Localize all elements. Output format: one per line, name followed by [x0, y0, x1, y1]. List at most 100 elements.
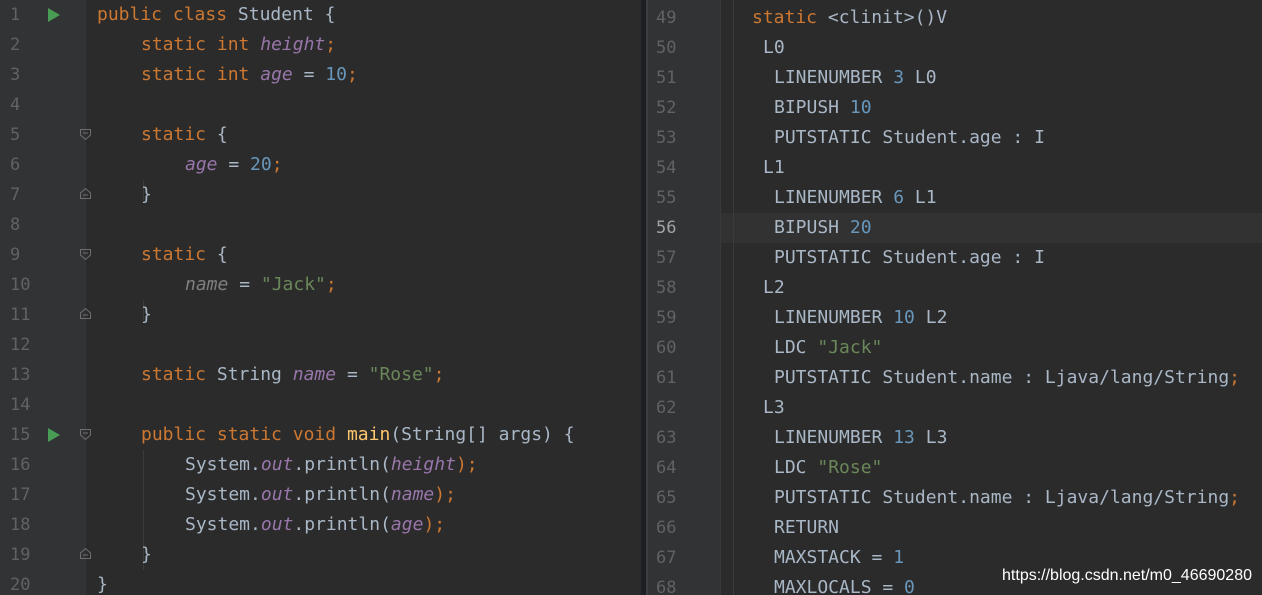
bytecode-line-68: MAXLOCALS = 0 [774, 573, 915, 595]
line-number: 61 [656, 368, 677, 388]
brace: { [313, 4, 336, 25]
fold-end-icon[interactable] [80, 188, 91, 199]
bytecode-line-67: MAXSTACK = 1 [774, 543, 904, 573]
semicolon: ; [1229, 487, 1240, 508]
keyword: static [216, 424, 282, 445]
line-number: 66 [656, 518, 677, 538]
opcode: BIPUSH [774, 217, 840, 238]
method-call: .println( [293, 514, 391, 535]
line-number: 62 [656, 398, 677, 418]
fold-end-icon[interactable] [80, 308, 91, 319]
static-field: out [260, 514, 294, 535]
brace: } [141, 544, 152, 565]
keyword: static [141, 64, 207, 85]
run-class-icon[interactable] [48, 8, 60, 22]
line-number: 53 [656, 128, 677, 148]
bytecode-line-60: LDC "Jack" [774, 333, 882, 363]
number-literal: 13 [893, 427, 915, 448]
watermark: https://blog.csdn.net/m0_46690280 [1002, 567, 1252, 584]
fold-start-icon[interactable] [80, 249, 91, 260]
bytecode-gutter: 49 50 51 52 53 54 55 56 57 58 59 60 61 6… [648, 0, 721, 595]
fold-start-icon[interactable] [80, 429, 91, 440]
editor-splitter[interactable] [641, 0, 648, 595]
bytecode-line-59: LINENUMBER 10 L2 [774, 303, 947, 333]
code-line-11: } [141, 300, 152, 330]
line-number: 58 [656, 278, 677, 298]
keyword: public [141, 424, 207, 445]
line-number: 3 [10, 65, 21, 85]
field-name: age [260, 64, 293, 85]
semicolon: ; [271, 154, 283, 175]
semicolon: ; [325, 34, 337, 55]
number-literal: 20 [250, 154, 272, 175]
code-line-1: public class Student { [97, 0, 335, 30]
method-call: .println( [293, 484, 391, 505]
line-number: 68 [656, 578, 677, 595]
operator: = [217, 154, 251, 175]
field-name: name [185, 274, 229, 295]
keyword: static [141, 364, 207, 385]
call-end: ); [434, 484, 456, 505]
code-line-2: static int height; [141, 30, 336, 60]
bytecode-line-56: BIPUSH 20 [774, 213, 872, 243]
fold-end-icon[interactable] [80, 548, 91, 559]
line-number: 59 [656, 308, 677, 328]
method-name: main [346, 424, 391, 445]
code-line-20: } [97, 570, 108, 595]
line-number: 65 [656, 488, 677, 508]
opcode: LINENUMBER [774, 67, 883, 88]
bytecode-line-50: L0 [763, 37, 785, 58]
semicolon: ; [346, 64, 358, 85]
operator: = [292, 64, 326, 85]
opcode: LDC [774, 337, 807, 358]
line-number: 50 [656, 38, 677, 58]
keyword: int [216, 64, 250, 85]
field-name: age [185, 154, 218, 175]
string-literal: "Rose" [817, 457, 883, 478]
code-line-10: name = "Jack"; [185, 270, 337, 300]
number-literal: 6 [893, 187, 905, 208]
line-number-current: 56 [656, 218, 677, 238]
directive: MAXSTACK = [774, 547, 894, 568]
opcode: LINENUMBER [774, 307, 883, 328]
bytecode-viewer-pane[interactable]: 49 50 51 52 53 54 55 56 57 58 59 60 61 6… [648, 0, 1262, 595]
run-main-icon[interactable] [48, 428, 60, 442]
semicolon: ; [1229, 367, 1240, 388]
number-literal: 0 [904, 577, 915, 595]
line-number: 12 [10, 335, 31, 355]
code-line-9: static { [141, 240, 228, 270]
source-gutter: 1 2 3 4 5 6 7 8 9 10 11 12 13 14 15 16 1… [0, 0, 91, 595]
string-literal: "Jack" [260, 274, 326, 295]
bytecode-line-54: L1 [763, 157, 785, 178]
line-number: 49 [656, 8, 677, 28]
number-literal: 20 [849, 217, 872, 238]
opcode: LDC [774, 457, 807, 478]
method-call: .println( [293, 454, 391, 475]
bytecode-line-57: PUTSTATIC Student.age : I [774, 247, 1045, 268]
type-name: String [216, 364, 282, 385]
code-line-13: static String name = "Rose"; [141, 360, 445, 390]
line-number: 9 [10, 245, 21, 265]
static-field: out [260, 484, 294, 505]
line-number: 2 [10, 35, 21, 55]
semicolon: ; [433, 364, 445, 385]
keyword: static [141, 124, 207, 145]
source-editor-pane[interactable]: 1 2 3 4 5 6 7 8 9 10 11 12 13 14 15 16 1… [0, 0, 641, 595]
line-number: 5 [10, 125, 21, 145]
label: L0 [914, 67, 937, 88]
brace: } [97, 574, 108, 595]
code-line-17: System.out.println(name); [185, 480, 456, 510]
line-number: 14 [10, 395, 31, 415]
line-number: 52 [656, 98, 677, 118]
bytecode-line-52: BIPUSH 10 [774, 93, 872, 123]
label: L2 [925, 307, 948, 328]
keyword: static [141, 34, 207, 55]
line-number: 17 [10, 485, 31, 505]
operator: = [336, 364, 369, 385]
code-line-16: System.out.println(height); [185, 450, 478, 480]
fold-start-icon[interactable] [80, 129, 91, 140]
opcode: LINENUMBER [774, 427, 883, 448]
line-number: 4 [10, 95, 21, 115]
instruction: PUTSTATIC Student.name : Ljava/lang/Stri… [774, 487, 1230, 508]
bytecode-line-66: RETURN [774, 517, 840, 538]
